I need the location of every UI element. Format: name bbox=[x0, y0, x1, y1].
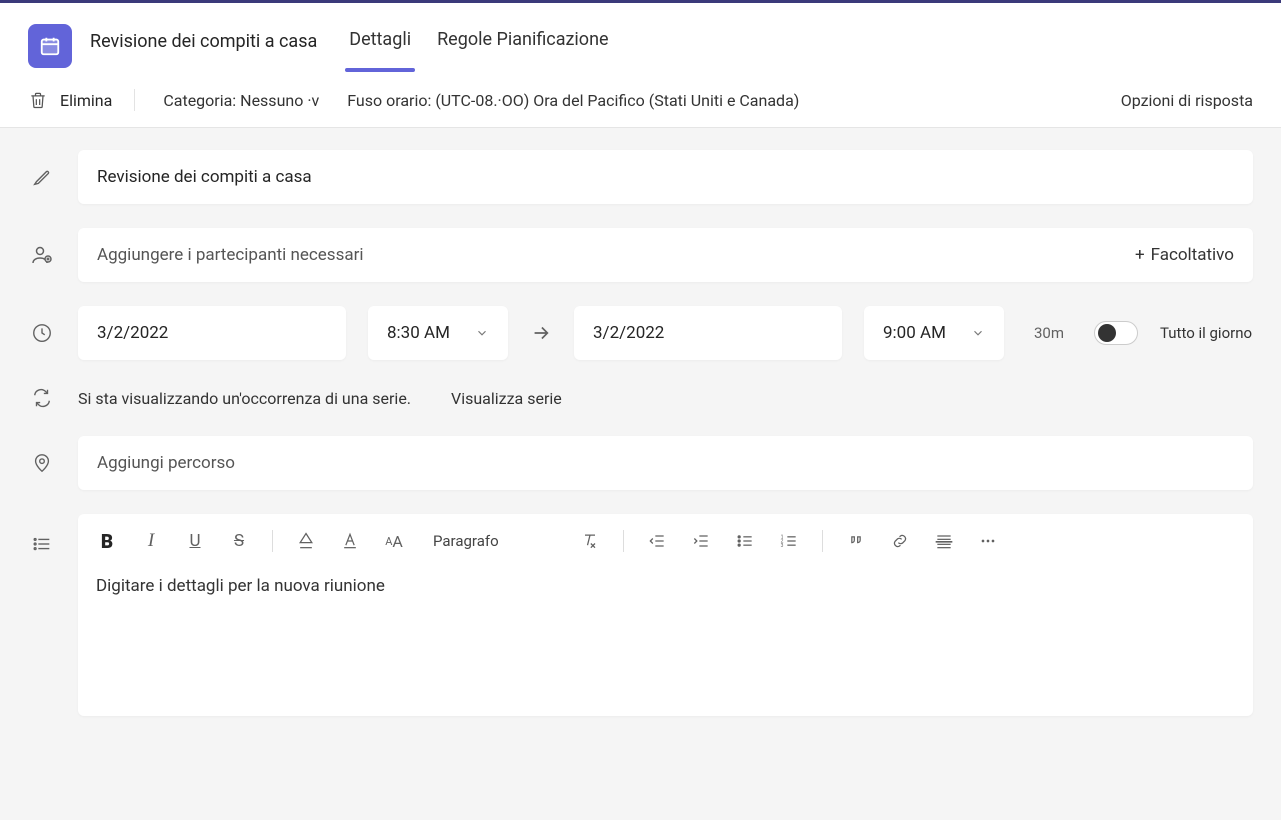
indent-button[interactable] bbox=[690, 530, 712, 552]
location-icon bbox=[28, 449, 56, 477]
participants-row: + Facoltativo bbox=[28, 228, 1253, 282]
bullet-list-button[interactable] bbox=[734, 530, 756, 552]
participants-field[interactable]: + Facoltativo bbox=[78, 228, 1253, 282]
participants-input[interactable] bbox=[97, 245, 1135, 265]
description-row: B I U S AA Paragrafo bbox=[28, 514, 1253, 716]
allday-label: Tutto il giorno bbox=[1160, 324, 1252, 342]
list-icon bbox=[28, 530, 56, 558]
italic-button[interactable]: I bbox=[140, 530, 162, 552]
editor-toolbar: B I U S AA Paragrafo bbox=[78, 514, 1253, 562]
clear-format-button[interactable] bbox=[579, 530, 601, 552]
pencil-icon bbox=[28, 163, 56, 191]
number-list-button[interactable]: 123 bbox=[778, 530, 800, 552]
end-time-field[interactable]: 9:00 AM bbox=[864, 306, 1004, 360]
app-calendar-icon bbox=[28, 24, 72, 68]
location-row bbox=[28, 436, 1253, 490]
font-size-button[interactable]: AA bbox=[383, 530, 405, 552]
underline-button[interactable]: U bbox=[184, 530, 206, 552]
title-row bbox=[28, 150, 1253, 204]
start-date-value: 3/2/2022 bbox=[97, 323, 168, 343]
separator bbox=[272, 530, 273, 552]
outdent-button[interactable] bbox=[646, 530, 668, 552]
page-title: Revisione dei compiti a casa bbox=[90, 21, 317, 72]
arrow-right-icon bbox=[530, 322, 552, 344]
bold-button[interactable]: B bbox=[96, 530, 118, 552]
plus-icon: + bbox=[1135, 245, 1145, 265]
more-button[interactable] bbox=[977, 530, 999, 552]
header-bar: Revisione dei compiti a casa Dettagli Re… bbox=[0, 0, 1281, 73]
start-date-field[interactable]: 3/2/2022 bbox=[78, 306, 346, 360]
trash-icon bbox=[28, 89, 50, 111]
start-time-value: 8:30 AM bbox=[387, 323, 450, 343]
people-add-icon bbox=[28, 241, 56, 269]
recurrence-icon bbox=[28, 384, 56, 412]
start-time-field[interactable]: 8:30 AM bbox=[368, 306, 508, 360]
clock-icon bbox=[28, 319, 56, 347]
meeting-form: + Facoltativo 3/2/2022 8:30 AM 3/2/2022 bbox=[0, 128, 1281, 716]
end-date-field[interactable]: 3/2/2022 bbox=[574, 306, 842, 360]
delete-button[interactable]: Elimina bbox=[28, 89, 135, 111]
separator bbox=[822, 530, 823, 552]
hr-button[interactable] bbox=[933, 530, 955, 552]
category-dropdown[interactable]: Categoria: Nessuno ·v bbox=[163, 91, 319, 110]
response-options-button[interactable]: Opzioni di risposta bbox=[1121, 91, 1253, 110]
tab-scheduling-rules[interactable]: Regole Pianificazione bbox=[433, 19, 612, 73]
location-input[interactable] bbox=[97, 453, 1234, 473]
duration-label: 30m bbox=[1026, 324, 1072, 342]
title-input[interactable] bbox=[97, 167, 1234, 187]
font-color-button[interactable] bbox=[339, 530, 361, 552]
chevron-down-icon bbox=[475, 326, 489, 340]
optional-button[interactable]: + Facoltativo bbox=[1135, 245, 1234, 265]
highlight-button[interactable] bbox=[295, 530, 317, 552]
end-date-value: 3/2/2022 bbox=[593, 323, 664, 343]
editor-textarea[interactable]: Digitare i dettagli per la nuova riunion… bbox=[78, 562, 1253, 716]
chevron-down-icon bbox=[971, 326, 985, 340]
datetime-row: 3/2/2022 8:30 AM 3/2/2022 9:00 AM 30m Tu… bbox=[28, 306, 1253, 360]
action-bar: Elimina Categoria: Nessuno ·v Fuso orari… bbox=[0, 73, 1281, 128]
paragraph-dropdown[interactable]: Paragrafo bbox=[427, 532, 505, 550]
recurrence-row: Si sta visualizzando un'occorrenza di un… bbox=[28, 384, 1253, 412]
tab-details[interactable]: Dettagli bbox=[345, 19, 415, 73]
separator bbox=[623, 530, 624, 552]
description-editor: B I U S AA Paragrafo bbox=[78, 514, 1253, 716]
allday-toggle[interactable] bbox=[1094, 321, 1138, 345]
timezone-dropdown[interactable]: Fuso orario: (UTC-08.·OO) Ora del Pacifi… bbox=[347, 91, 799, 110]
svg-text:3: 3 bbox=[780, 543, 783, 549]
link-button[interactable] bbox=[889, 530, 911, 552]
view-series-link[interactable]: Visualizza serie bbox=[451, 389, 562, 408]
location-field[interactable] bbox=[78, 436, 1253, 490]
delete-label: Elimina bbox=[60, 91, 112, 110]
end-time-value: 9:00 AM bbox=[883, 323, 946, 343]
optional-label: Facoltativo bbox=[1151, 245, 1234, 265]
series-text: Si sta visualizzando un'occorrenza di un… bbox=[78, 389, 411, 408]
strike-button[interactable]: S bbox=[228, 530, 250, 552]
quote-button[interactable] bbox=[845, 530, 867, 552]
title-field[interactable] bbox=[78, 150, 1253, 204]
